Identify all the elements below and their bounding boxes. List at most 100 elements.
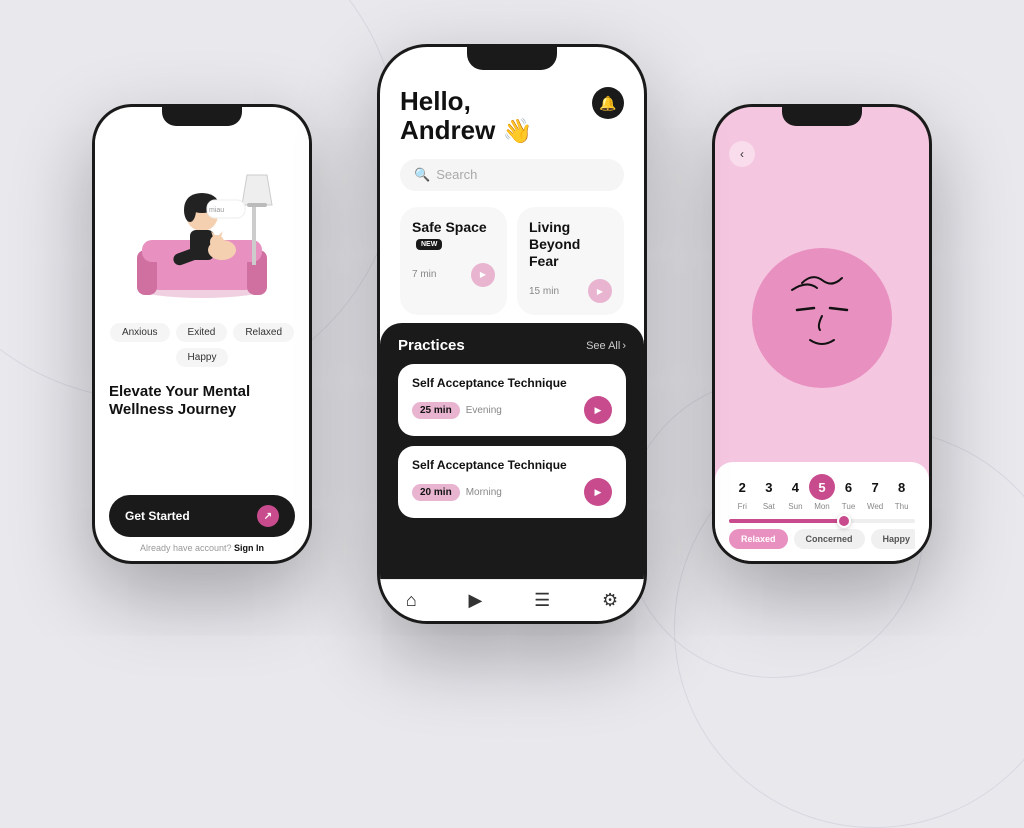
cal-day-8-num: 8	[889, 474, 915, 500]
cal-day-tue[interactable]: 6 Tue	[836, 474, 862, 511]
card-living-beyond-fear[interactable]: Living Beyond Fear 15 min ▶	[517, 207, 624, 315]
practice2-play-button[interactable]: ▶	[584, 478, 612, 506]
greeting-emoji: 👋	[503, 118, 533, 145]
face-area	[715, 173, 929, 462]
cal-day-sat[interactable]: 3 Sat	[756, 474, 782, 511]
left-phone-screen: miau Anxious Exited Relaxed Happy Elevat…	[95, 107, 309, 561]
arrow-icon: ↗	[257, 505, 279, 527]
practices-section: Practices See All › Self Acceptance Tech…	[380, 323, 644, 579]
search-placeholder: Search	[436, 167, 477, 182]
cal-day-mon[interactable]: 5 Mon	[809, 474, 835, 511]
left-title: Elevate Your Mental Wellness Journey	[109, 383, 295, 419]
practice1-play-button[interactable]: ▶	[584, 396, 612, 424]
back-button[interactable]: ‹	[729, 141, 755, 167]
get-started-button[interactable]: Get Started ↗	[109, 495, 295, 537]
card1-title: Safe Space NEW	[412, 219, 495, 253]
right-header: ‹	[715, 135, 929, 173]
mood-tags: Anxious Exited Relaxed Happy	[95, 315, 309, 375]
phone-left: miau Anxious Exited Relaxed Happy Elevat…	[92, 104, 312, 564]
cal-day-5-label: Mon	[814, 502, 830, 511]
cal-day-sun[interactable]: 4 Sun	[782, 474, 808, 511]
search-bar[interactable]: 🔍 Search	[400, 159, 624, 191]
card1-badge: NEW	[416, 239, 442, 250]
cal-day-3-label: Sat	[763, 502, 775, 511]
cal-day-7-label: Wed	[867, 502, 883, 511]
practice2-time: Morning	[466, 487, 502, 498]
practice1-meta-left: 25 min Evening	[412, 402, 502, 419]
greeting-line1: Hello,	[400, 87, 532, 116]
card1-duration: 7 min	[412, 269, 436, 280]
bottom-nav: ⌂ ▶ ☰ ⚙	[380, 579, 644, 621]
practice1-meta: 25 min Evening ▶	[412, 396, 612, 424]
sign-in-link[interactable]: Sign In	[234, 543, 264, 553]
mood-pill-happy[interactable]: Happy	[871, 529, 915, 549]
nav-play-icon[interactable]: ▶	[469, 590, 483, 611]
cal-day-2-label: Fri	[738, 502, 747, 511]
center-phone-screen: Hello, Andrew 👋 🔔 🔍 Search	[380, 47, 644, 621]
practice2-title: Self Acceptance Technique	[412, 458, 612, 472]
practice1-title: Self Acceptance Technique	[412, 376, 612, 390]
nav-list-icon[interactable]: ☰	[534, 590, 550, 611]
phone-right: ‹	[712, 104, 932, 564]
practice-item-1[interactable]: Self Acceptance Technique 25 min Evening…	[398, 364, 626, 436]
cal-day-8-label: Thu	[895, 502, 909, 511]
cal-day-7-num: 7	[862, 474, 888, 500]
see-all-button[interactable]: See All ›	[586, 340, 626, 352]
card1-play-button[interactable]: ▶	[471, 263, 495, 287]
right-phone-screen: ‹	[715, 107, 929, 561]
slider-thumb[interactable]	[837, 514, 851, 528]
slider-fill	[729, 519, 841, 523]
phone-center: Hello, Andrew 👋 🔔 🔍 Search	[377, 44, 647, 624]
card-safe-space[interactable]: Safe Space NEW 7 min ▶	[400, 207, 507, 315]
mood-relaxed[interactable]: Relaxed	[233, 323, 294, 342]
left-illustration: miau	[95, 135, 309, 315]
mood-pills: Relaxed Concerned Happy	[729, 529, 915, 549]
cal-day-thu[interactable]: 8 Thu	[889, 474, 915, 511]
face-illustration	[762, 258, 882, 378]
left-phone-notch	[162, 104, 242, 126]
card2-title: Living Beyond Fear	[529, 219, 612, 269]
mood-pill-concerned[interactable]: Concerned	[794, 529, 865, 549]
cal-day-fri[interactable]: 2 Fri	[729, 474, 755, 511]
left-content: Elevate Your Mental Wellness Journey Get…	[95, 375, 309, 561]
sign-in-text: Already have account? Sign In	[109, 543, 295, 553]
cal-day-wed[interactable]: 7 Wed	[862, 474, 888, 511]
cal-day-2-num: 2	[729, 474, 755, 500]
nav-home-icon[interactable]: ⌂	[406, 590, 417, 611]
center-header: Hello, Andrew 👋 🔔	[380, 79, 644, 151]
slider-track	[729, 519, 915, 523]
mood-pill-relaxed[interactable]: Relaxed	[729, 529, 788, 549]
practice2-duration: 20 min	[412, 484, 460, 501]
calendar-section: 2 Fri 3 Sat 4 Sun 5 Mon	[715, 462, 929, 561]
progress-slider[interactable]	[729, 519, 915, 523]
right-phone-notch	[782, 104, 862, 126]
card1-meta: 7 min ▶	[412, 263, 495, 287]
mood-anxious[interactable]: Anxious	[110, 323, 170, 342]
card2-meta: 15 min ▶	[529, 279, 612, 303]
practices-title: Practices	[398, 337, 465, 354]
notification-button[interactable]: 🔔	[592, 87, 624, 119]
practice1-duration: 25 min	[412, 402, 460, 419]
cal-day-3-num: 3	[756, 474, 782, 500]
cal-day-4-num: 4	[782, 474, 808, 500]
center-phone-notch	[467, 44, 557, 70]
practice1-time: Evening	[466, 405, 502, 416]
nav-settings-icon[interactable]: ⚙	[602, 590, 618, 611]
phones-container: miau Anxious Exited Relaxed Happy Elevat…	[62, 24, 962, 704]
greeting-line2: Andrew 👋	[400, 116, 532, 145]
practice-item-2[interactable]: Self Acceptance Technique 20 min Morning…	[398, 446, 626, 518]
calendar-days: 2 Fri 3 Sat 4 Sun 5 Mon	[729, 474, 915, 511]
cal-day-6-num: 6	[836, 474, 862, 500]
card2-play-button[interactable]: ▶	[588, 279, 612, 303]
practices-header: Practices See All ›	[398, 337, 626, 354]
cards-row: Safe Space NEW 7 min ▶ Living Beyond Fea…	[380, 199, 644, 323]
search-icon: 🔍	[414, 167, 430, 183]
practice2-meta: 20 min Morning ▶	[412, 478, 612, 506]
practice2-meta-left: 20 min Morning	[412, 484, 502, 501]
card2-duration: 15 min	[529, 286, 559, 297]
cal-day-6-label: Tue	[842, 502, 856, 511]
svg-text:miau: miau	[209, 207, 224, 214]
cal-day-5-num: 5	[809, 474, 835, 500]
mood-exited[interactable]: Exited	[176, 323, 228, 342]
mood-happy[interactable]: Happy	[176, 348, 229, 367]
